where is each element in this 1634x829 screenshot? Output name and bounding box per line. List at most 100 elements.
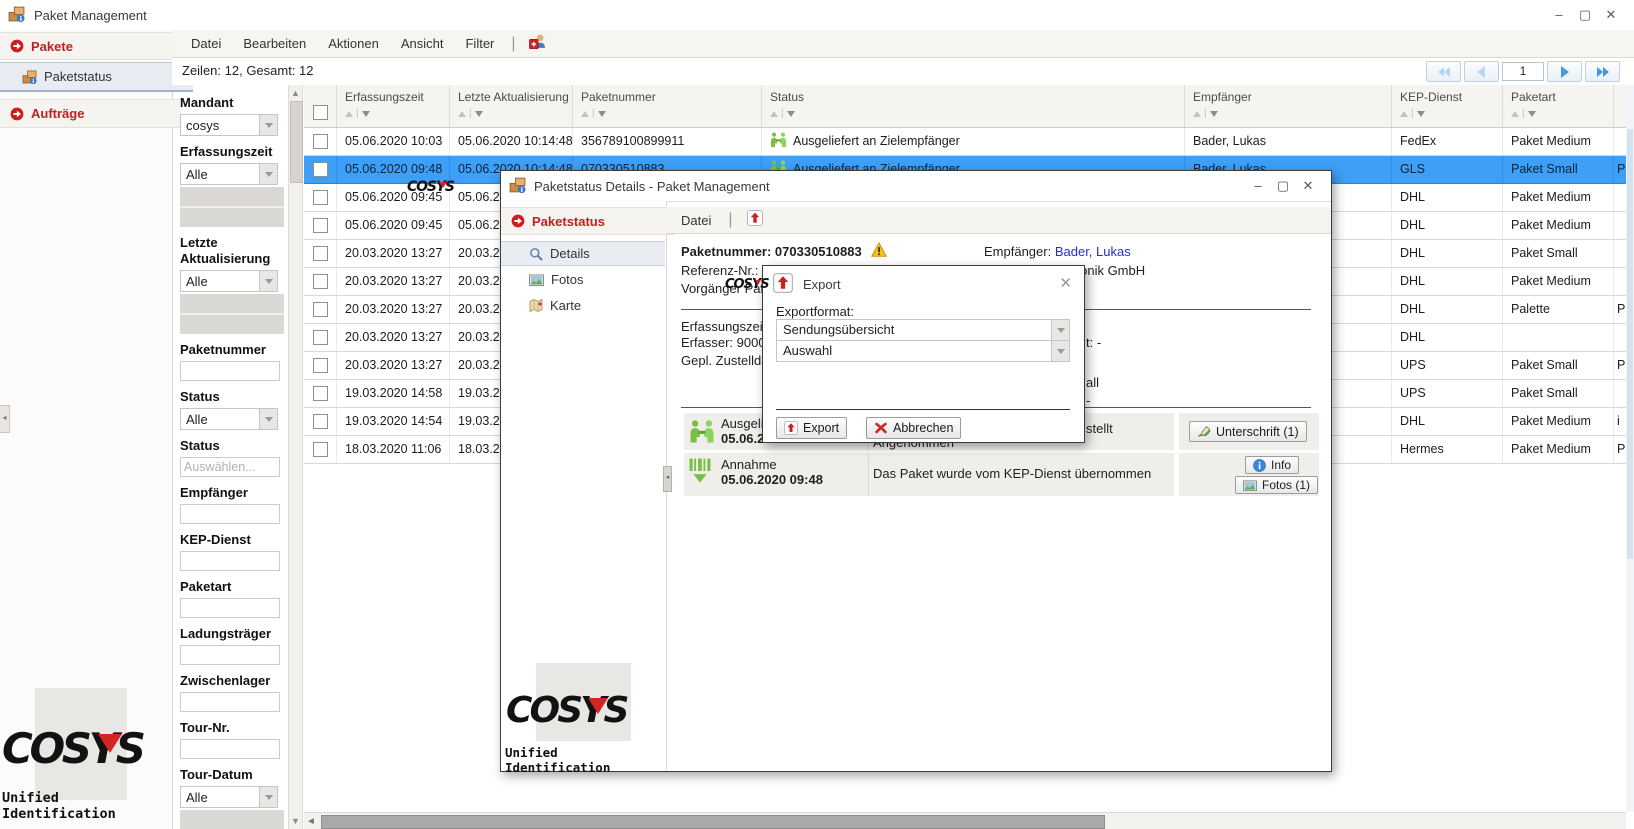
row-checkbox[interactable] (312, 162, 328, 177)
filter-input[interactable] (180, 739, 280, 759)
filter-scrollbar[interactable]: ▲ ▼ (288, 85, 303, 829)
row-checkbox[interactable] (312, 218, 328, 233)
details-nav-section[interactable]: Paketstatus (501, 207, 675, 235)
filter-range-panel[interactable] (180, 187, 284, 227)
column-header[interactable]: Status | (762, 85, 1185, 127)
next-page-button[interactable] (1547, 61, 1582, 82)
horizontal-scrollbar-thumb[interactable] (321, 815, 1105, 829)
row-checkbox[interactable] (312, 414, 328, 429)
close-button[interactable]: ✕ (1297, 178, 1319, 194)
row-checkbox[interactable] (312, 302, 328, 317)
empfaenger-link[interactable]: Bader, Lukas (1055, 244, 1131, 259)
column-header[interactable]: Empfänger | (1185, 85, 1392, 127)
details-nav-fotos[interactable]: Fotos (501, 267, 665, 292)
filter-range-panel[interactable] (180, 294, 284, 334)
column-header[interactable]: Paketart | (1503, 85, 1614, 127)
minimize-button[interactable]: – (1548, 7, 1570, 22)
filter-select[interactable]: Alle (180, 163, 278, 185)
row-checkbox[interactable] (312, 190, 328, 205)
unterschrift-button[interactable]: Unterschrift (1) (1189, 421, 1307, 442)
filter-field: Empfänger (180, 485, 292, 524)
scroll-left-icon[interactable]: ◄ (306, 816, 316, 827)
details-nav-details[interactable]: Details (501, 241, 665, 266)
close-button[interactable]: ✕ (1600, 7, 1622, 23)
minimize-button[interactable]: – (1247, 178, 1269, 193)
page-number-input[interactable]: 1 (1502, 62, 1544, 81)
filter-input[interactable] (180, 551, 280, 571)
column-header[interactable]: Letzte Aktualisierung | (450, 85, 573, 127)
filter-select[interactable]: Alle (180, 270, 278, 292)
column-header[interactable]: Erfassungszeit | (337, 85, 450, 127)
details-nav-karte[interactable]: Karte (501, 293, 665, 318)
maximize-button[interactable]: ▢ (1272, 178, 1294, 194)
cancel-button[interactable]: Abbrechen (866, 417, 962, 439)
filter-scrollbar-thumb[interactable] (290, 101, 303, 183)
menu-item[interactable]: Datei (180, 30, 232, 57)
horizontal-scrollbar[interactable]: ◄ (304, 812, 1626, 829)
menu-item[interactable]: Ansicht (390, 30, 455, 57)
first-page-button[interactable] (1426, 61, 1461, 82)
last-page-button[interactable] (1585, 61, 1620, 82)
red-arrow-circle-icon (511, 214, 525, 228)
column-header[interactable]: KEP-Dienst | (1392, 85, 1503, 127)
row-select-cell (304, 156, 337, 183)
sidebar-item-paketstatus[interactable]: Paketstatus (0, 62, 193, 92)
chevron-down-icon[interactable] (259, 271, 277, 291)
row-checkbox[interactable] (312, 274, 328, 289)
filter-input[interactable] (180, 457, 280, 477)
chevron-down-icon[interactable] (259, 409, 277, 429)
info-button[interactable]: Info (1245, 456, 1300, 474)
chevron-down-icon[interactable] (259, 115, 277, 135)
sort-controls[interactable]: | (1400, 109, 1502, 119)
menu-item[interactable]: Bearbeiten (232, 30, 317, 57)
fotos-button[interactable]: Fotos (1) (1235, 476, 1319, 494)
menu-item[interactable]: Aktionen (317, 30, 390, 57)
sidebar-item-auftraege[interactable]: Aufträge (0, 99, 181, 128)
filter-input[interactable] (180, 598, 280, 618)
chevron-down-icon[interactable] (259, 787, 277, 807)
previous-page-button[interactable] (1464, 61, 1499, 82)
selection-select[interactable]: Auswahl (776, 340, 1070, 362)
scroll-up-icon[interactable]: ▲ (289, 88, 302, 98)
menu-item-datei[interactable]: Datei (681, 207, 722, 234)
close-icon[interactable]: ✕ (1059, 274, 1072, 292)
table-row[interactable]: 05.06.2020 10:03 05.06.2020 10:14:48 356… (304, 128, 1626, 156)
scroll-down-icon[interactable]: ▼ (289, 816, 302, 826)
menu-item[interactable]: Filter (454, 30, 505, 57)
filter-select[interactable]: cosys (180, 114, 278, 136)
filter-input[interactable] (180, 504, 280, 524)
sort-controls[interactable]: | (458, 109, 572, 119)
row-checkbox[interactable] (312, 358, 328, 373)
sort-controls[interactable]: | (581, 109, 761, 119)
export-confirm-button[interactable]: Export (776, 417, 848, 439)
row-checkbox[interactable] (312, 134, 328, 149)
filter-input[interactable] (180, 692, 280, 712)
sort-controls[interactable]: | (1511, 109, 1613, 119)
vertical-scrollbar-thumb[interactable] (1627, 129, 1633, 559)
select-all-checkbox[interactable] (312, 105, 328, 120)
row-checkbox[interactable] (312, 386, 328, 401)
row-checkbox[interactable] (312, 330, 328, 345)
row-checkbox[interactable] (312, 442, 328, 457)
filter-select[interactable]: Alle (180, 408, 278, 430)
chevron-down-icon[interactable] (1051, 320, 1069, 340)
vertical-scrollbar[interactable] (1626, 85, 1634, 812)
exportformat-select[interactable]: Sendungsübersicht (776, 319, 1070, 341)
row-checkbox[interactable] (312, 246, 328, 261)
filter-range-panel[interactable] (180, 810, 284, 829)
chevron-down-icon[interactable] (1051, 341, 1069, 361)
sort-controls[interactable]: | (345, 109, 449, 119)
filter-input[interactable] (180, 645, 280, 665)
filter-input[interactable] (180, 361, 280, 381)
sidebar-collapse-handle[interactable]: ◂ (0, 405, 10, 433)
column-header[interactable]: Paketnummer | (573, 85, 762, 127)
filter-select[interactable]: Alle (180, 786, 278, 808)
export-icon[interactable] (746, 209, 763, 231)
sort-controls[interactable]: | (1193, 109, 1391, 119)
sort-controls[interactable]: | (770, 109, 1184, 119)
user-permissions-icon[interactable] (528, 33, 546, 54)
maximize-button[interactable]: ▢ (1574, 7, 1596, 23)
details-splitter-handle[interactable]: ◂ (663, 466, 672, 492)
sidebar-section-pakete[interactable]: Pakete (0, 32, 181, 60)
chevron-down-icon[interactable] (259, 164, 277, 184)
